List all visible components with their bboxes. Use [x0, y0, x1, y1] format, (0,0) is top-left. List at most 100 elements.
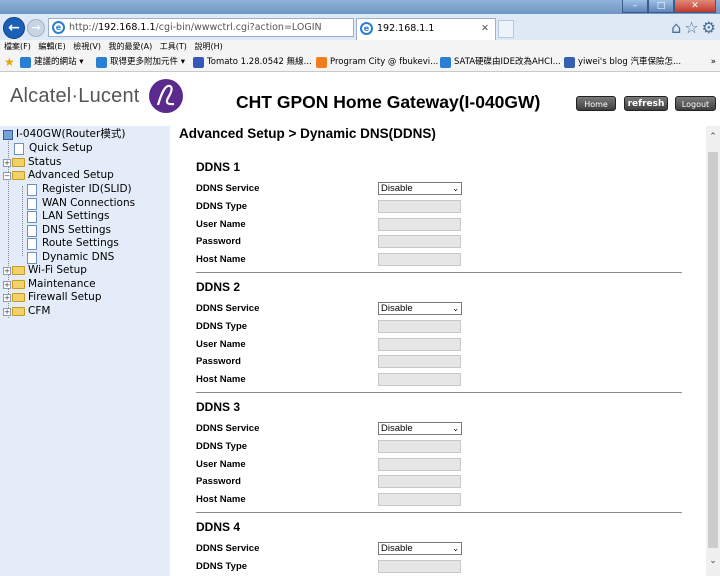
host-name-field — [378, 373, 461, 386]
favorite-link[interactable]: 取得更多附加元件 ▾ — [96, 53, 185, 71]
folder-open-icon — [12, 171, 25, 180]
host-name-field — [378, 493, 461, 506]
ddns-service-select[interactable]: Disable ⌄ — [378, 542, 462, 555]
favorites-overflow-icon[interactable]: » — [711, 53, 716, 71]
ddns-type-label: DDNS Type — [196, 561, 248, 572]
host-name-label: Host Name — [196, 374, 246, 385]
favorite-link[interactable]: 建議的網站 ▾ — [20, 53, 83, 71]
site-icon — [564, 57, 575, 68]
site-icon — [96, 57, 107, 68]
back-button[interactable]: ← — [3, 17, 25, 39]
ddns-service-select[interactable]: Disable ⌄ — [378, 422, 462, 435]
section-divider — [196, 272, 682, 273]
sidebar-item-dns-settings[interactable]: DNS Settings — [27, 224, 111, 237]
sidebar-item-quick-setup[interactable]: Quick Setup — [14, 142, 93, 155]
minimize-button[interactable]: – — [622, 0, 648, 13]
expand-icon[interactable]: + — [3, 307, 11, 316]
navigation-tree: I-040GW(Router模式) Quick Setup + Status −… — [0, 126, 170, 576]
sidebar-item-lan-settings[interactable]: LAN Settings — [27, 210, 110, 223]
page-icon — [27, 237, 37, 250]
tree-root[interactable]: I-040GW(Router模式) — [3, 128, 125, 141]
ddns-service-label: DDNS Service — [196, 423, 260, 434]
logout-button[interactable]: Logout — [675, 96, 716, 111]
ddns-section-title: DDNS 2 — [196, 280, 241, 294]
expand-icon[interactable]: + — [3, 280, 11, 289]
user-name-label: User Name — [196, 459, 246, 470]
browser-navbar: ← → e http://192.168.1.1/cgi-bin/wwwctrl… — [0, 14, 720, 40]
logo-text: Alcatel·Lucent — [10, 84, 140, 107]
favorite-link[interactable]: Program City @ fbukevi... — [316, 53, 438, 71]
favorite-link[interactable]: SATA硬碟由IDE改為AHCI... — [440, 53, 561, 71]
sidebar-item-maintenance[interactable]: + Maintenance — [3, 278, 96, 291]
forward-button[interactable]: → — [27, 19, 45, 37]
expand-icon[interactable]: + — [3, 266, 11, 275]
password-field — [378, 475, 461, 488]
ddns-section: DDNS 2 DDNS Service Disable ⌄ DDNS Type U… — [196, 280, 682, 393]
sidebar-item-firewall-setup[interactable]: + Firewall Setup — [3, 291, 102, 304]
user-name-field — [378, 338, 461, 351]
ddns-section: DDNS 4 DDNS Service Disable ⌄ DDNS Type — [196, 520, 682, 576]
folder-icon — [12, 307, 25, 316]
menu-tools[interactable]: 工具(T) — [160, 42, 187, 51]
new-tab-button[interactable] — [498, 20, 514, 38]
window-titlebar: – □ ✕ — [0, 0, 720, 14]
ddns-type-label: DDNS Type — [196, 321, 248, 332]
scrollbar-thumb[interactable] — [708, 152, 718, 548]
menu-file[interactable]: 檔案(F) — [4, 42, 31, 51]
expand-icon[interactable]: + — [3, 158, 11, 167]
ddns-section: DDNS 3 DDNS Service Disable ⌄ DDNS Type U… — [196, 400, 682, 513]
address-path: /cgi-bin/wwwctrl.cgi?action=LOGIN — [155, 22, 322, 33]
expand-icon[interactable]: + — [3, 293, 11, 302]
ddns-type-field — [378, 200, 461, 213]
close-window-button[interactable]: ✕ — [674, 0, 716, 13]
address-url-prefix: http:// — [69, 22, 99, 33]
sidebar-item-status[interactable]: + Status — [3, 156, 61, 169]
menu-favorites[interactable]: 我的最愛(A) — [109, 42, 153, 51]
ddns-service-select[interactable]: Disable ⌄ — [378, 302, 462, 315]
computer-icon — [3, 129, 13, 140]
tree-guide-line — [22, 186, 23, 256]
menu-help[interactable]: 說明(H) — [194, 42, 222, 51]
sidebar-item-route-settings[interactable]: Route Settings — [27, 237, 119, 250]
favorite-link[interactable]: Tomato 1.28.0542 無線... — [193, 53, 312, 71]
page-icon — [14, 142, 24, 155]
favorites-star-add-icon[interactable]: ★ — [4, 53, 15, 71]
sidebar-item-dynamic-dns[interactable]: Dynamic DNS — [27, 251, 114, 264]
menu-edit[interactable]: 編輯(E) — [38, 42, 65, 51]
sidebar-item-wifi-setup[interactable]: + Wi-Fi Setup — [3, 264, 87, 277]
favorites-star-icon[interactable]: ☆ — [684, 18, 698, 37]
address-bar[interactable]: e http://192.168.1.1/cgi-bin/wwwctrl.cgi… — [48, 18, 354, 37]
refresh-button[interactable]: refresh — [624, 96, 668, 111]
ddns-type-label: DDNS Type — [196, 441, 248, 452]
scroll-down-icon[interactable]: ⌄ — [706, 554, 720, 568]
ddns-service-select[interactable]: Disable ⌄ — [378, 182, 462, 195]
ddns-section-title: DDNS 1 — [196, 160, 241, 174]
section-divider — [196, 512, 682, 513]
ddns-service-label: DDNS Service — [196, 183, 260, 194]
sidebar-item-cfm[interactable]: + CFM — [3, 305, 50, 318]
sidebar-item-wan-connections[interactable]: WAN Connections — [27, 197, 135, 210]
close-tab-icon[interactable]: ✕ — [481, 19, 489, 39]
browser-tab[interactable]: e 192.168.1.1 ✕ — [356, 18, 496, 40]
user-name-label: User Name — [196, 339, 246, 350]
favorite-link[interactable]: yiwei's blog 汽車保險怎... — [564, 53, 681, 71]
brand-logo: Alcatel·Lucent — [10, 78, 184, 114]
router-page: Alcatel·Lucent CHT GPON Home Gateway(I-0… — [0, 72, 720, 576]
maximize-button[interactable]: □ — [648, 0, 674, 13]
gear-icon[interactable]: ⚙ — [702, 18, 716, 37]
home-icon[interactable]: ⌂ — [671, 18, 681, 37]
scroll-up-icon[interactable]: ⌃ — [706, 130, 720, 144]
collapse-icon[interactable]: − — [3, 171, 11, 180]
folder-icon — [12, 280, 25, 289]
ddns-type-field — [378, 560, 461, 573]
vertical-scrollbar[interactable]: ⌃ ⌄ — [706, 126, 720, 576]
menu-view[interactable]: 檢視(V) — [73, 42, 101, 51]
host-name-label: Host Name — [196, 494, 246, 505]
window-controls: – □ ✕ — [622, 0, 716, 14]
folder-icon — [12, 293, 25, 302]
sidebar-item-register-id[interactable]: Register ID(SLID) — [27, 183, 132, 196]
page-title: Advanced Setup > Dynamic DNS(DDNS) — [179, 126, 436, 141]
sidebar-item-advanced-setup[interactable]: − Advanced Setup — [3, 169, 114, 182]
menu-bar: 檔案(F) 編輯(E) 檢視(V) 我的最愛(A) 工具(T) 說明(H) — [0, 40, 720, 53]
home-button[interactable]: Home — [576, 96, 616, 111]
